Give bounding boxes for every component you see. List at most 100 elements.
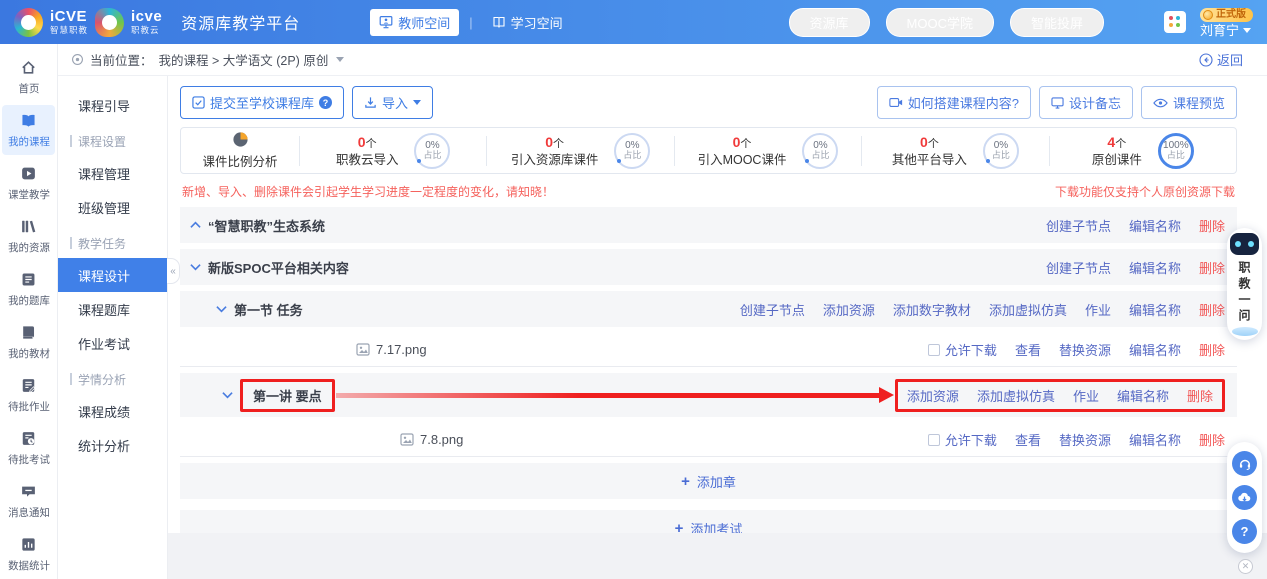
- submenu-item-course-management[interactable]: 课程管理: [58, 156, 167, 190]
- action-delete[interactable]: 删除: [1199, 258, 1225, 277]
- nav-teacher-space[interactable]: 教师空间: [370, 9, 459, 36]
- stat-gauge: 100% 占比: [1158, 133, 1194, 169]
- toolbar: 提交至学校课程库 ? 导入 如何搭建课程内容?: [180, 86, 1237, 119]
- assistant-widget[interactable]: 职教一问: [1227, 228, 1262, 340]
- customer-service-button[interactable]: [1232, 451, 1257, 476]
- sidebar-item-my-resources[interactable]: 我的资源: [2, 211, 55, 261]
- action-add-resource[interactable]: 添加资源: [907, 386, 959, 405]
- nav-learning-space[interactable]: 学习空间: [483, 9, 572, 36]
- page-title: 资源库教学平台: [181, 10, 300, 34]
- submenu-item-course-question-bank[interactable]: 课程题库: [58, 292, 167, 326]
- quick-link-resource-library[interactable]: 资源库: [789, 8, 870, 37]
- action-create-child-node[interactable]: 创建子节点: [740, 300, 805, 319]
- action-create-child-node[interactable]: 创建子节点: [1046, 216, 1111, 235]
- action-homework[interactable]: 作业: [1073, 386, 1099, 405]
- action-replace-resource[interactable]: 替换资源: [1059, 340, 1111, 359]
- submenu-item-homework-exam[interactable]: 作业考试: [58, 326, 167, 360]
- submenu-item-statistics-analysis[interactable]: 统计分析: [58, 428, 167, 462]
- action-create-child-node[interactable]: 创建子节点: [1046, 258, 1111, 277]
- node-label[interactable]: 新版SPOC平台相关内容: [208, 258, 349, 277]
- sidebar-item-my-textbooks[interactable]: 我的教材: [2, 317, 55, 367]
- sidebar-item-pending-homework[interactable]: 待批作业: [2, 370, 55, 420]
- bottom-band: [168, 533, 1267, 579]
- action-edit-name[interactable]: 编辑名称: [1129, 216, 1181, 235]
- back-button[interactable]: 返回: [1199, 50, 1243, 69]
- submenu-item-class-management[interactable]: 班级管理: [58, 190, 167, 224]
- my-textbooks-icon: [20, 324, 37, 341]
- how-to-build-button[interactable]: 如何搭建课程内容?: [877, 86, 1031, 119]
- action-edit-name[interactable]: 编辑名称: [1129, 430, 1181, 449]
- close-floating-button[interactable]: ✕: [1238, 559, 1253, 574]
- user-name[interactable]: 刘育宁: [1200, 24, 1251, 37]
- chevron-down-icon[interactable]: [336, 57, 344, 62]
- help-button[interactable]: ?: [1232, 519, 1257, 544]
- submenu-section-teaching-tasks: 教学任务: [58, 228, 167, 258]
- course-preview-button[interactable]: 课程预览: [1141, 86, 1237, 119]
- sidebar-item-pending-exams[interactable]: 待批考试: [2, 423, 55, 473]
- row-actions: 创建子节点编辑名称删除: [1046, 216, 1225, 235]
- sidebar-item-home[interactable]: 首页: [2, 52, 55, 102]
- submit-to-school-button[interactable]: 提交至学校课程库 ?: [180, 86, 344, 119]
- action-edit-name[interactable]: 编辑名称: [1129, 300, 1181, 319]
- video-icon: [889, 97, 903, 108]
- action-homework[interactable]: 作业: [1085, 300, 1111, 319]
- user-block[interactable]: 正式版 刘育宁: [1200, 8, 1253, 37]
- action-add-virtual-simulation[interactable]: 添加虚拟仿真: [989, 300, 1067, 319]
- sidebar-item-my-question-bank[interactable]: 我的题库: [2, 264, 55, 314]
- node-label[interactable]: “智慧职教”生态系统: [208, 216, 325, 235]
- quick-link-smart-screen[interactable]: 智能投屏: [1010, 8, 1104, 37]
- action-replace-resource[interactable]: 替换资源: [1059, 430, 1111, 449]
- import-icon: [364, 96, 377, 109]
- caret-down-icon[interactable]: [222, 391, 233, 399]
- action-delete[interactable]: 删除: [1199, 340, 1225, 359]
- location-icon: [71, 53, 84, 66]
- sidebar-item-my-courses[interactable]: 我的课程: [2, 105, 55, 155]
- submenu-item-course-guide[interactable]: 课程引导: [58, 88, 167, 122]
- sidebar-collapse-handle[interactable]: «: [167, 258, 180, 284]
- file-label[interactable]: 7.8.png: [420, 432, 463, 447]
- action-add-digital-textbook[interactable]: 添加数字教材: [893, 300, 971, 319]
- file-label[interactable]: 7.17.png: [376, 342, 427, 357]
- action-add-virtual-simulation[interactable]: 添加虚拟仿真: [977, 386, 1055, 405]
- caret-up-icon[interactable]: [190, 221, 201, 229]
- action-edit-name[interactable]: 编辑名称: [1117, 386, 1169, 405]
- action-view[interactable]: 查看: [1015, 430, 1041, 449]
- action-view[interactable]: 查看: [1015, 340, 1041, 359]
- sidebar-item-data-statistics[interactable]: 数据统计: [2, 529, 55, 579]
- node-label[interactable]: 第一节 任务: [234, 300, 303, 319]
- node-label[interactable]: 第一讲 要点: [253, 386, 322, 405]
- action-delete[interactable]: 删除: [1187, 386, 1213, 405]
- action-delete[interactable]: 删除: [1199, 300, 1225, 319]
- allow-download-checkbox[interactable]: 允许下载: [928, 430, 997, 449]
- submenu-item-course-grades[interactable]: 课程成绩: [58, 394, 167, 428]
- add-chapter-button[interactable]: +添加章: [180, 463, 1237, 499]
- tree-node-row-section-1-task: 第一节 任务 创建子节点添加资源添加数字教材添加虚拟仿真作业编辑名称删除: [180, 291, 1237, 327]
- caret-down-icon[interactable]: [190, 263, 201, 271]
- pending-homework-icon: [20, 377, 37, 394]
- icve-logo-icon: [14, 8, 43, 37]
- design-memo-button[interactable]: 设计备忘: [1039, 86, 1133, 119]
- course-tree: “智慧职教”生态系统创建子节点编辑名称删除新版SPOC平台相关内容创建子节点编辑…: [180, 207, 1237, 457]
- sidebar-item-notifications[interactable]: 消息通知: [2, 476, 55, 526]
- icve-brand-text: iCVE 智慧职教: [50, 9, 88, 35]
- row-actions: 允许下载查看替换资源编辑名称删除: [928, 340, 1225, 359]
- monitor-icon: [1051, 97, 1064, 109]
- action-edit-name[interactable]: 编辑名称: [1129, 258, 1181, 277]
- action-delete[interactable]: 删除: [1199, 430, 1225, 449]
- cloud-download-button[interactable]: [1232, 485, 1257, 510]
- breadcrumb-path[interactable]: 我的课程 > 大学语文 (2P) 原创: [159, 50, 329, 69]
- quick-link-mooc-academy[interactable]: MOOC学院: [886, 8, 994, 37]
- allow-download-checkbox[interactable]: 允许下载: [928, 340, 997, 359]
- stat-gauge: 0% 占比: [802, 133, 838, 169]
- action-add-resource[interactable]: 添加资源: [823, 300, 875, 319]
- action-delete[interactable]: 删除: [1199, 216, 1225, 235]
- chevron-down-icon: [413, 100, 421, 105]
- action-edit-name[interactable]: 编辑名称: [1129, 340, 1181, 359]
- caret-down-icon[interactable]: [216, 305, 227, 313]
- submenu-item-course-design[interactable]: 课程设计: [58, 258, 167, 292]
- import-button[interactable]: 导入: [352, 86, 433, 119]
- qr-app-icon[interactable]: [1164, 11, 1186, 33]
- nav-divider: |: [469, 15, 472, 30]
- stat-gauge: 0% 占比: [414, 133, 450, 169]
- sidebar-item-classroom-teaching[interactable]: 课堂教学: [2, 158, 55, 208]
